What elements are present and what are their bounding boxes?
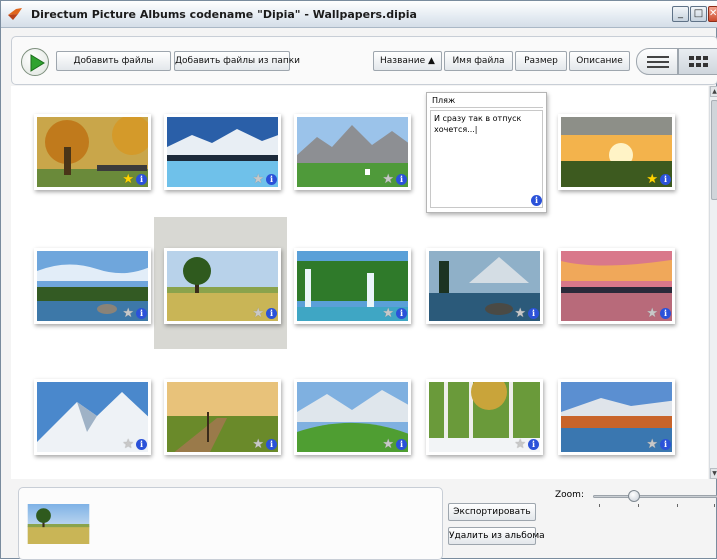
photo-thumbnail[interactable]: ★ i xyxy=(164,114,281,190)
scroll-thumb[interactable] xyxy=(711,100,717,200)
window-title: Directum Picture Albums codename "Dipia"… xyxy=(31,8,417,21)
sort-by-filename-button[interactable]: Имя файла xyxy=(444,51,513,71)
title-bar[interactable]: Directum Picture Albums codename "Dipia"… xyxy=(1,1,717,28)
star-rating-icon[interactable]: ★ xyxy=(514,438,526,451)
sort-by-size-button[interactable]: Размер xyxy=(515,51,567,71)
zoom-label: Zoom: xyxy=(555,490,584,500)
description-editor[interactable]: Пляж И сразу так в отпуск хочется...| i xyxy=(426,92,547,213)
photo-thumbnail[interactable]: ★ i xyxy=(34,248,151,324)
scroll-down-arrow[interactable]: ▼ xyxy=(710,468,717,479)
info-icon[interactable]: i xyxy=(266,308,277,319)
star-rating-icon[interactable]: ★ xyxy=(122,438,134,451)
slideshow-button[interactable] xyxy=(21,48,49,76)
star-rating-icon[interactable]: ★ xyxy=(122,173,134,186)
star-rating-icon[interactable]: ★ xyxy=(382,173,394,186)
info-icon[interactable]: i xyxy=(136,174,147,185)
photo-thumbnail[interactable]: ★ i xyxy=(34,379,151,455)
preview-panel xyxy=(18,487,443,560)
info-icon[interactable]: i xyxy=(136,439,147,450)
app-window: Directum Picture Albums codename "Dipia"… xyxy=(0,0,717,560)
info-icon[interactable]: i xyxy=(136,308,147,319)
info-icon[interactable]: i xyxy=(396,174,407,185)
thumbnail-gallery[interactable]: ★ i ★ i ★ i ★ i ★ i ★ i ★ i ★ i ★ i ★ i ★ i ★ i ★ i ★ i Пляж И сраз… xyxy=(11,86,708,479)
star-rating-icon[interactable]: ★ xyxy=(514,307,526,320)
photo-thumbnail[interactable]: ★ i xyxy=(558,379,675,455)
photo-thumbnail[interactable]: ★ i xyxy=(426,248,543,324)
info-icon[interactable]: i xyxy=(528,308,539,319)
star-rating-icon[interactable]: ★ xyxy=(646,307,658,320)
note-text-field[interactable]: И сразу так в отпуск хочется...| xyxy=(430,110,543,208)
star-rating-icon[interactable]: ★ xyxy=(382,307,394,320)
star-rating-icon[interactable]: ★ xyxy=(252,173,264,186)
sort-by-description-button[interactable]: Описание xyxy=(569,51,630,71)
play-icon xyxy=(30,54,45,72)
photo-thumbnail[interactable]: ★ i xyxy=(294,379,411,455)
vertical-scrollbar[interactable]: ▲ ▼ xyxy=(709,86,717,479)
info-icon[interactable]: i xyxy=(266,439,277,450)
export-button[interactable]: Экспортировать xyxy=(448,503,536,521)
info-icon[interactable]: i xyxy=(528,439,539,450)
info-icon[interactable]: i xyxy=(660,439,671,450)
list-view-icon xyxy=(647,56,669,68)
grid-view-icon xyxy=(689,56,708,67)
photo-thumbnail[interactable]: ★ i xyxy=(294,114,411,190)
add-files-button[interactable]: Добавить файлы xyxy=(56,51,171,71)
close-button[interactable]: ✕ xyxy=(708,6,717,22)
zoom-slider-thumb[interactable] xyxy=(628,490,641,502)
app-logo-icon xyxy=(8,8,22,20)
photo-thumbnail[interactable]: ★ i xyxy=(558,248,675,324)
toolbar: Добавить файлы Добавить файлы из папки Н… xyxy=(11,36,717,85)
list-view-button[interactable] xyxy=(636,48,678,75)
photo-thumbnail[interactable]: ★ i xyxy=(558,114,675,190)
photo-thumbnail[interactable]: ★ i xyxy=(34,114,151,190)
zoom-tick xyxy=(638,504,639,507)
add-folder-button[interactable]: Добавить файлы из папки xyxy=(174,51,300,71)
photo-thumbnail[interactable]: ★ i xyxy=(164,379,281,455)
zoom-tick xyxy=(599,504,600,507)
star-rating-icon[interactable]: ★ xyxy=(646,438,658,451)
photo-thumbnail[interactable]: ★ i xyxy=(164,248,281,324)
zoom-tick xyxy=(677,504,678,507)
remove-from-album-button[interactable]: Удалить из альбома xyxy=(448,527,545,545)
info-icon[interactable]: i xyxy=(266,174,277,185)
selected-preview xyxy=(26,504,91,544)
info-icon[interactable]: i xyxy=(660,308,671,319)
zoom-tick xyxy=(714,504,715,507)
scroll-up-arrow[interactable]: ▲ xyxy=(710,86,717,97)
star-rating-icon[interactable]: ★ xyxy=(382,438,394,451)
info-icon[interactable]: i xyxy=(396,439,407,450)
note-title[interactable]: Пляж xyxy=(430,95,543,108)
info-icon[interactable]: i xyxy=(531,195,542,206)
info-icon[interactable]: i xyxy=(660,174,671,185)
minimize-button[interactable]: _ xyxy=(672,6,689,22)
star-rating-icon[interactable]: ★ xyxy=(252,438,264,451)
photo-thumbnail[interactable]: ★ i xyxy=(294,248,411,324)
photo-thumbnail[interactable]: ★ i xyxy=(426,379,543,455)
star-rating-icon[interactable]: ★ xyxy=(122,307,134,320)
star-rating-icon[interactable]: ★ xyxy=(252,307,264,320)
maximize-button[interactable]: □ xyxy=(690,6,707,22)
zoom-slider-track[interactable] xyxy=(593,495,717,498)
info-icon[interactable]: i xyxy=(396,308,407,319)
grid-view-button[interactable] xyxy=(678,48,717,75)
sort-by-name-button[interactable]: Название ▲ xyxy=(373,51,442,71)
star-rating-icon[interactable]: ★ xyxy=(646,173,658,186)
